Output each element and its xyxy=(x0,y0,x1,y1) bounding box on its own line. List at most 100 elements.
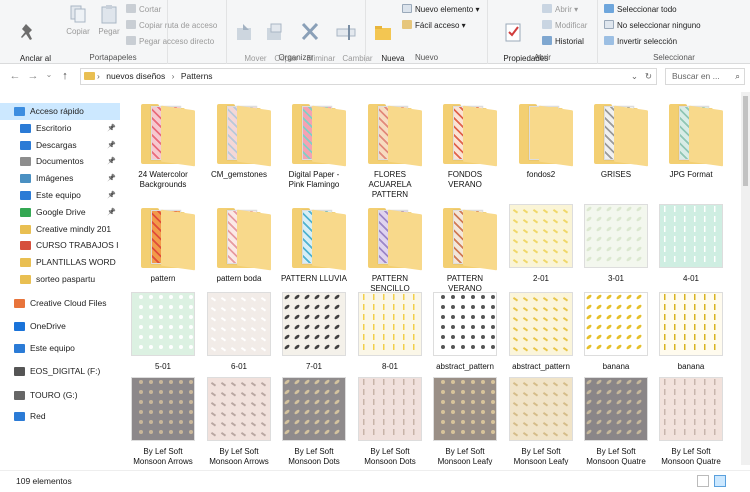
nav-item[interactable]: sorteo paspartu xyxy=(0,271,120,288)
forward-arrow-icon[interactable]: → xyxy=(26,70,40,82)
address-dropdown-chevron-icon[interactable]: ⌄ xyxy=(631,69,638,84)
select-all-icon xyxy=(604,4,614,13)
item-name: 7-01 xyxy=(305,362,322,371)
nav-item-label: Red xyxy=(30,411,46,421)
item-name: 8-01 xyxy=(381,362,398,371)
refresh-icon[interactable]: ↻ xyxy=(645,69,652,84)
breadcrumb-nuevos-disenos[interactable]: nuevos diseños xyxy=(106,71,165,81)
open-button[interactable]: Abrir ▾ xyxy=(542,4,578,15)
folder-icon xyxy=(358,100,422,167)
nav-item-label: Google Drive xyxy=(36,207,86,217)
image-thumbnail xyxy=(584,292,648,356)
image-thumbnail xyxy=(358,377,422,441)
nav-item-label: sorteo paspartu xyxy=(36,274,96,284)
copy-icon xyxy=(67,4,89,24)
nav-item[interactable]: Imágenes 📌 xyxy=(0,170,120,187)
item-name: By Lef Soft Monsoon Arrows Pink xyxy=(209,447,269,465)
invert-selection-button[interactable]: Invertir selección xyxy=(604,36,677,47)
nav-item[interactable]: Creative mindly 201 xyxy=(0,221,120,238)
documents-icon xyxy=(20,157,31,166)
copy-path-button[interactable]: Copiar ruta de acceso xyxy=(126,20,217,31)
image-thumbnail xyxy=(509,377,573,441)
item-name: PATTERN SENCILLO xyxy=(370,274,410,293)
large-icons-view-icon[interactable] xyxy=(714,475,726,487)
nav-item[interactable]: Acceso rápido xyxy=(0,103,120,120)
nav-item[interactable]: TOURO (G:) xyxy=(0,387,120,404)
clipboard-group: Anclar al Acceso rápido Copiar Pegar Cor… xyxy=(0,0,217,72)
item-name: banana xyxy=(677,362,705,371)
easy-access-button[interactable]: Fácil acceso ▾ xyxy=(402,20,466,31)
nav-item[interactable]: Documentos 📌 xyxy=(0,153,120,170)
item-name: pattern xyxy=(150,274,176,283)
history-button[interactable]: Historial xyxy=(542,36,584,47)
open-group: Propiedades ▾ Abrir ▾ Modificar Historia… xyxy=(488,0,598,72)
nav-item[interactable]: EOS_DIGITAL (F:) xyxy=(0,363,120,380)
nav-item[interactable]: PLANTILLAS WORD xyxy=(0,254,120,271)
image-thumbnail xyxy=(659,377,723,441)
computer-icon xyxy=(20,191,31,200)
folder-icon xyxy=(433,204,497,271)
nav-item[interactable]: Red xyxy=(0,408,120,425)
new-item-icon xyxy=(402,4,412,13)
item-name: banana xyxy=(602,362,630,371)
path-separator: › xyxy=(97,71,100,81)
item-name: PATTERN LLUVIA xyxy=(281,274,347,283)
nav-item[interactable]: CURSO TRABAJOS I xyxy=(0,237,120,254)
new-group-label: Nuevo xyxy=(414,53,439,62)
copy-button[interactable]: Copiar xyxy=(64,4,92,36)
image-thumbnail xyxy=(131,377,195,441)
item-name: fondos2 xyxy=(526,170,556,179)
image-thumbnail xyxy=(584,377,648,441)
nav-item[interactable]: Este equipo 📌 xyxy=(0,187,120,204)
nav-item[interactable]: Google Drive 📌 xyxy=(0,204,120,221)
nav-item-label: PLANTILLAS WORD xyxy=(36,257,116,267)
new-item-button[interactable]: Nuevo elemento ▾ xyxy=(402,4,480,15)
open-group-label: Abrir xyxy=(534,53,551,62)
item-name: CM_gemstones xyxy=(210,170,268,179)
paste-shortcut-icon xyxy=(126,36,136,45)
nav-item[interactable]: Escritorio 📌 xyxy=(0,120,120,137)
item-name: FLORES ACUARELA PATTERN xyxy=(368,170,412,199)
move-to-icon xyxy=(234,22,256,42)
file-list: 24 Watercolor Backgrounds CM_gemstones Dig… xyxy=(125,92,740,465)
paste-button[interactable]: Pegar xyxy=(96,4,122,36)
new-folder-icon xyxy=(372,22,394,42)
image-thumbnail xyxy=(659,292,723,356)
address-path[interactable]: › nuevos diseños › Patterns ⌄ ↻ xyxy=(80,68,657,85)
select-none-button[interactable]: No seleccionar ninguno xyxy=(604,20,701,31)
desktop-icon xyxy=(20,124,31,133)
nav-item-label: Descargas xyxy=(36,140,77,150)
open-icon xyxy=(542,4,552,13)
select-all-button[interactable]: Seleccionar todo xyxy=(604,4,677,15)
invert-selection-icon xyxy=(604,36,614,45)
edit-button[interactable]: Modificar xyxy=(542,20,587,31)
star-icon xyxy=(14,107,25,116)
nav-item[interactable]: Este equipo xyxy=(0,340,120,357)
cut-button[interactable]: Cortar xyxy=(126,4,161,15)
search-icon: ⌕ xyxy=(735,71,740,81)
image-thumbnail xyxy=(509,204,573,268)
item-name: By Lef Soft Monsoon Dots Pink xyxy=(364,447,416,465)
nav-item[interactable]: Creative Cloud Files xyxy=(0,295,120,312)
paste-shortcut-button[interactable]: Pegar acceso directo xyxy=(126,36,214,47)
nav-item-label: Acceso rápido xyxy=(30,106,84,116)
creative-cloud-icon xyxy=(14,299,25,308)
search-input[interactable]: Buscar en ... ⌕ xyxy=(665,68,745,85)
details-view-icon[interactable] xyxy=(697,475,709,487)
back-arrow-icon[interactable]: ← xyxy=(8,70,22,82)
item-name: pattern boda xyxy=(216,274,262,283)
scrollbar-thumb[interactable] xyxy=(743,96,748,186)
recent-chevron-down-icon[interactable]: ⌄ xyxy=(42,70,56,79)
breadcrumb-patterns[interactable]: Patterns xyxy=(181,71,213,81)
image-thumbnail xyxy=(659,204,723,268)
rename-icon xyxy=(335,22,357,42)
up-arrow-icon[interactable]: ↑ xyxy=(58,70,72,82)
nav-item-label: Escritorio xyxy=(36,123,72,133)
ribbon: Anclar al Acceso rápido Copiar Pegar Cor… xyxy=(0,0,750,72)
select-none-icon xyxy=(604,20,614,29)
nav-item[interactable]: Descargas 📌 xyxy=(0,137,120,154)
nav-item-label: Este equipo xyxy=(30,343,75,353)
nav-item[interactable]: OneDrive xyxy=(0,318,120,335)
vertical-scrollbar[interactable] xyxy=(741,92,750,465)
new-group: Nueva carpeta Nuevo elemento ▾ Fácil acc… xyxy=(366,0,488,72)
